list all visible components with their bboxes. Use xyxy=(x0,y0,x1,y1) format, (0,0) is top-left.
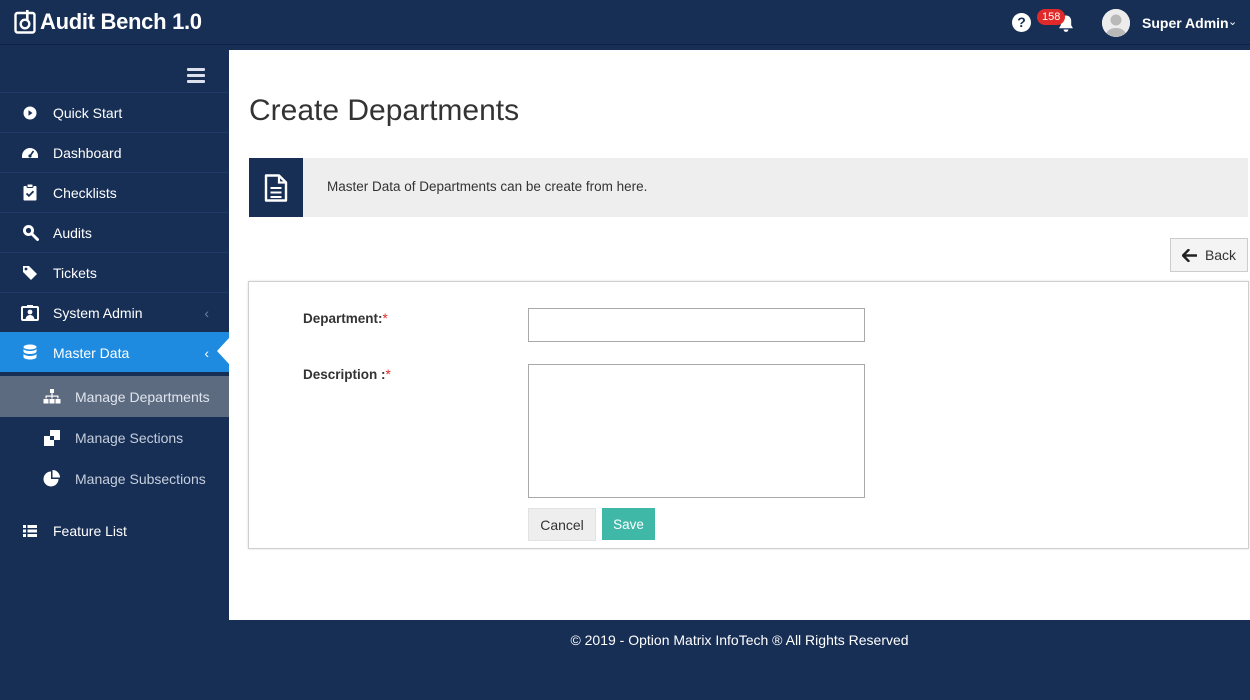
sidebar-item-quick-start[interactable]: Quick Start xyxy=(0,92,229,132)
info-text: Master Data of Departments can be create… xyxy=(327,179,648,194)
sidebar-subitem-label: Manage Departments xyxy=(75,388,210,405)
pie-chart-icon xyxy=(42,469,62,488)
help-icon[interactable]: ? xyxy=(1012,13,1031,32)
sidebar-subitem-label: Manage Sections xyxy=(75,429,184,446)
page-title: Create Departments xyxy=(249,94,520,127)
sidebar-subitem-manage-subsections[interactable]: Manage Subsections xyxy=(0,458,229,499)
app-title: Audit Bench 1.0 xyxy=(40,9,202,34)
clipboard-check-icon xyxy=(21,184,39,202)
audit-bench-logo-icon xyxy=(14,10,36,34)
sections-icon xyxy=(42,429,62,447)
sidebar-item-master-data[interactable]: Master Data ‹ xyxy=(0,332,229,372)
hamburger-menu-icon[interactable] xyxy=(187,68,205,84)
footer: © 2019 - Option Matrix InfoTech ® All Ri… xyxy=(229,620,1250,700)
document-icon xyxy=(249,158,303,217)
chevron-left-icon: ‹ xyxy=(204,304,209,321)
main-content: Create Departments Master Data of Depart… xyxy=(229,50,1250,620)
required-marker: * xyxy=(382,311,388,326)
copyright-text: © 2019 - Option Matrix InfoTech ® All Ri… xyxy=(570,632,909,648)
sidebar: Quick Start Dashboard Checklists Audits … xyxy=(0,46,229,620)
sidebar-item-audits[interactable]: Audits xyxy=(0,212,229,252)
sidebar-item-label: Tickets xyxy=(53,264,97,281)
sidebar-item-feature-list[interactable]: Feature List xyxy=(0,511,229,551)
sidebar-item-label: Master Data xyxy=(53,344,130,361)
sidebar-item-checklists[interactable]: Checklists xyxy=(0,172,229,212)
sidebar-subitem-manage-departments[interactable]: Manage Departments xyxy=(0,376,229,417)
required-marker: * xyxy=(385,367,391,382)
department-label-text: Department: xyxy=(303,311,383,326)
chevron-down-icon[interactable]: ⌄ xyxy=(1228,15,1237,28)
play-circle-icon xyxy=(21,104,39,122)
sidebar-item-dashboard[interactable]: Dashboard xyxy=(0,132,229,172)
back-button[interactable]: Back xyxy=(1170,238,1248,272)
app-brand[interactable]: Audit Bench 1.0 xyxy=(14,9,202,35)
sidebar-item-tickets[interactable]: Tickets xyxy=(0,252,229,292)
user-avatar-icon xyxy=(1102,9,1130,37)
description-label-text: Description : xyxy=(303,367,386,382)
department-form: Department:* Description :* Cancel Save xyxy=(248,281,1249,549)
department-input[interactable] xyxy=(528,308,865,342)
description-label: Description :* xyxy=(303,367,391,382)
sitemap-icon xyxy=(42,388,62,406)
sidebar-item-label: Feature List xyxy=(53,523,127,539)
user-name[interactable]: Super Admin xyxy=(1142,15,1229,31)
notification-count-badge: 158 xyxy=(1037,9,1066,25)
sidebar-item-label: System Admin xyxy=(53,304,143,321)
ticket-icon xyxy=(21,264,39,282)
avatar[interactable] xyxy=(1102,9,1130,37)
sidebar-subitem-label: Manage Subsections xyxy=(75,470,206,487)
sidebar-item-label: Checklists xyxy=(53,184,117,201)
arrow-left-icon xyxy=(1181,248,1197,262)
info-box: Master Data of Departments can be create… xyxy=(249,158,1248,217)
cancel-button[interactable]: Cancel xyxy=(528,508,596,541)
back-button-label: Back xyxy=(1204,247,1237,263)
chevron-left-icon: ‹ xyxy=(204,344,209,361)
user-admin-icon xyxy=(21,304,39,322)
sidebar-item-label: Dashboard xyxy=(53,144,122,161)
list-icon xyxy=(21,522,39,540)
sidebar-subitem-manage-sections[interactable]: Manage Sections xyxy=(0,417,229,458)
save-button[interactable]: Save xyxy=(602,508,655,540)
sidebar-item-system-admin[interactable]: System Admin ‹ xyxy=(0,292,229,332)
dashboard-icon xyxy=(21,144,39,162)
sidebar-item-label: Quick Start xyxy=(53,104,123,121)
department-label: Department:* xyxy=(303,311,388,326)
sidebar-item-label: Audits xyxy=(53,224,92,241)
search-icon xyxy=(21,224,39,242)
top-bar: Audit Bench 1.0 ? 158 Super Admin ⌄ xyxy=(0,0,1250,45)
database-icon xyxy=(21,344,39,362)
description-textarea[interactable] xyxy=(528,364,865,498)
active-indicator-arrow xyxy=(217,338,229,364)
